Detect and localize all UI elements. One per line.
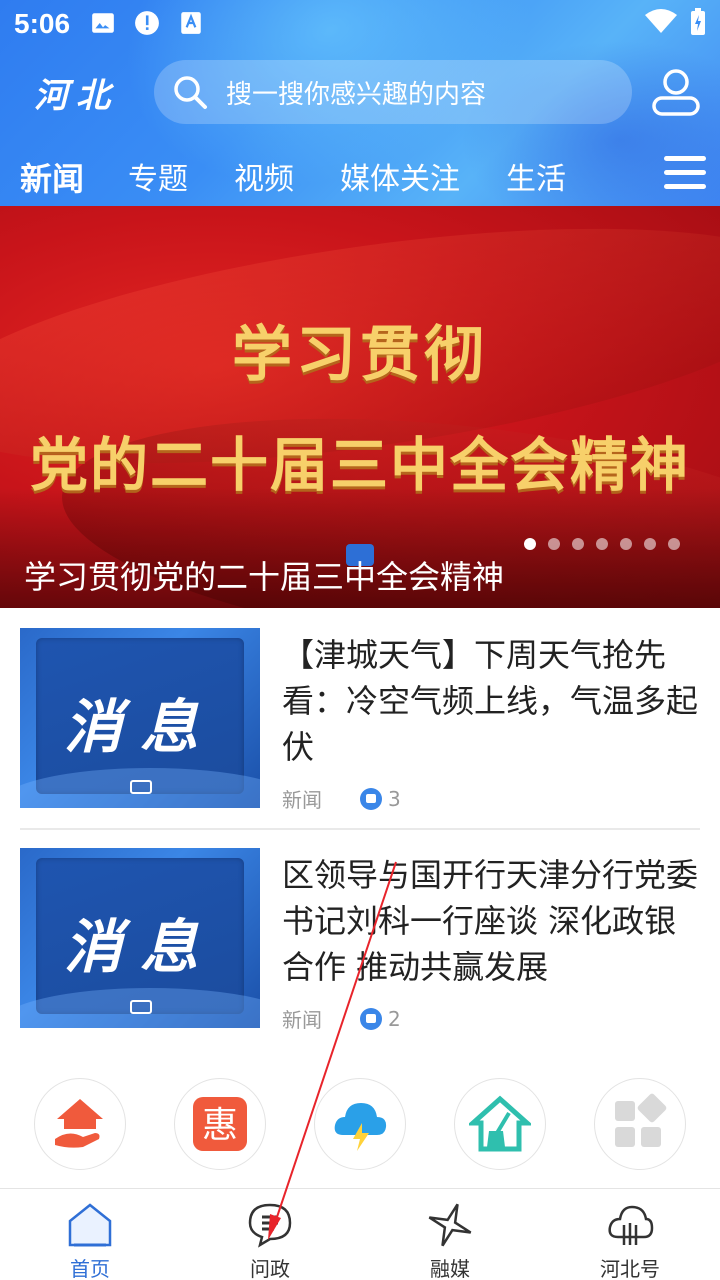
tab-topics[interactable]: 专题 (128, 154, 188, 198)
app-logo[interactable]: 河北 (34, 68, 118, 117)
status-bar: 5:06 (0, 0, 720, 50)
keyboard-icon (181, 12, 201, 34)
carousel-dot[interactable] (620, 538, 632, 550)
nav-ask-government-label: 问政 (250, 1257, 290, 1280)
news-meta: 新闻 3 (282, 784, 401, 813)
news-item[interactable]: 消息 【津城天气】下周天气抢先看：冷空气频上线，气温多起伏 新闻 3 (20, 628, 700, 813)
tab-media-focus[interactable]: 媒体关注 (340, 154, 460, 198)
quick-home-clean-button[interactable] (454, 1078, 546, 1170)
nav-hebei-account-label: 河北号 (600, 1257, 660, 1280)
news-thumbnail: 消息 (20, 848, 260, 1028)
quick-more-apps-button[interactable] (594, 1078, 686, 1170)
like-count: 3 (388, 786, 401, 811)
wifi-icon (645, 9, 677, 33)
thumbnail-text: 消息 (63, 913, 216, 981)
category-tabs: 新闻 专题 视频 媒体关注 生活 (0, 148, 720, 198)
news-title: 区领导与国开行天津分行党委书记刘科一行座谈 深化政银合作 推动共赢发展 (282, 856, 699, 986)
carousel-dot[interactable] (596, 538, 608, 550)
bottom-navigation: 首页 问政 融媒 河北号 (0, 1188, 720, 1280)
hui-icon: 惠 (193, 1097, 247, 1151)
nav-home-label: 首页 (70, 1257, 110, 1280)
source-logo-icon (130, 780, 152, 794)
news-thumbnail: 消息 (20, 628, 260, 808)
nav-media[interactable]: 融媒 (360, 1189, 540, 1280)
nav-ask-government[interactable]: 问政 (180, 1189, 360, 1280)
user-profile-icon[interactable] (650, 66, 702, 118)
nav-hebei-account[interactable]: 河北号 (540, 1189, 720, 1280)
news-meta: 新闻 2 (282, 1004, 401, 1033)
thumbs-up-icon (360, 787, 382, 810)
menu-icon[interactable] (664, 156, 706, 190)
status-time: 5:06 (14, 8, 71, 39)
quick-weather-button[interactable] (314, 1078, 406, 1170)
carousel-dot[interactable] (524, 538, 536, 550)
home-clean-icon (469, 1095, 531, 1152)
carousel-dots (524, 538, 680, 550)
alert-icon (135, 11, 159, 35)
weather-icon (334, 1103, 387, 1151)
search-placeholder: 搜一搜你感兴趣的内容 (226, 79, 487, 110)
like-button[interactable]: 3 (360, 787, 401, 811)
home-icon (68, 1203, 112, 1247)
nav-home[interactable]: 首页 (0, 1189, 180, 1280)
thumbs-up-icon (360, 1007, 382, 1030)
more-apps-icon (615, 1093, 667, 1147)
house-hand-icon (55, 1099, 103, 1148)
banner-caption: 学习贯彻党的二十届三中全会精神 (24, 558, 505, 596)
news-title: 【津城天气】下周天气抢先看：冷空气频上线，气温多起伏 (282, 636, 699, 766)
search-icon (174, 76, 207, 109)
news-item[interactable]: 消息 区领导与国开行天津分行党委书记刘科一行座谈 深化政银合作 推动共赢发展 新… (20, 848, 700, 1033)
hero-banner[interactable]: 学习贯彻 党的二十届三中全会精神 学习贯彻党的二十届三中全会精神 (0, 206, 720, 608)
status-right (644, 8, 706, 36)
chat-icon (248, 1203, 292, 1248)
source-logo-icon (130, 1000, 152, 1014)
search-bar[interactable]: 搜一搜你感兴趣的内容 (154, 60, 632, 124)
star-icon (428, 1203, 472, 1247)
like-count: 2 (388, 1006, 401, 1031)
tab-video[interactable]: 视频 (234, 154, 294, 198)
carousel-dot[interactable] (668, 538, 680, 550)
cloud-icon (608, 1205, 654, 1245)
news-category: 新闻 (282, 788, 322, 812)
battery-icon (691, 8, 705, 35)
tab-news[interactable]: 新闻 (20, 154, 84, 200)
thumbnail-text: 消息 (63, 693, 216, 761)
news-category: 新闻 (282, 1008, 322, 1032)
quick-hui-button[interactable]: 惠 (174, 1078, 266, 1170)
quick-house-hand-button[interactable] (34, 1078, 126, 1170)
nav-media-label: 融媒 (430, 1257, 470, 1280)
divider (20, 828, 700, 830)
banner-headline-line1: 学习贯彻 (232, 320, 488, 390)
app-header: 5:06 河北 搜一搜你感兴趣的内容 新闻 专题 视频 媒体关注 生活 (0, 0, 720, 206)
hui-icon-text: 惠 (202, 1105, 238, 1146)
tab-life[interactable]: 生活 (506, 154, 566, 198)
carousel-dot[interactable] (572, 538, 584, 550)
like-button[interactable]: 2 (360, 1007, 401, 1031)
gallery-icon (92, 13, 114, 33)
carousel-dot[interactable] (548, 538, 560, 550)
carousel-dot[interactable] (644, 538, 656, 550)
